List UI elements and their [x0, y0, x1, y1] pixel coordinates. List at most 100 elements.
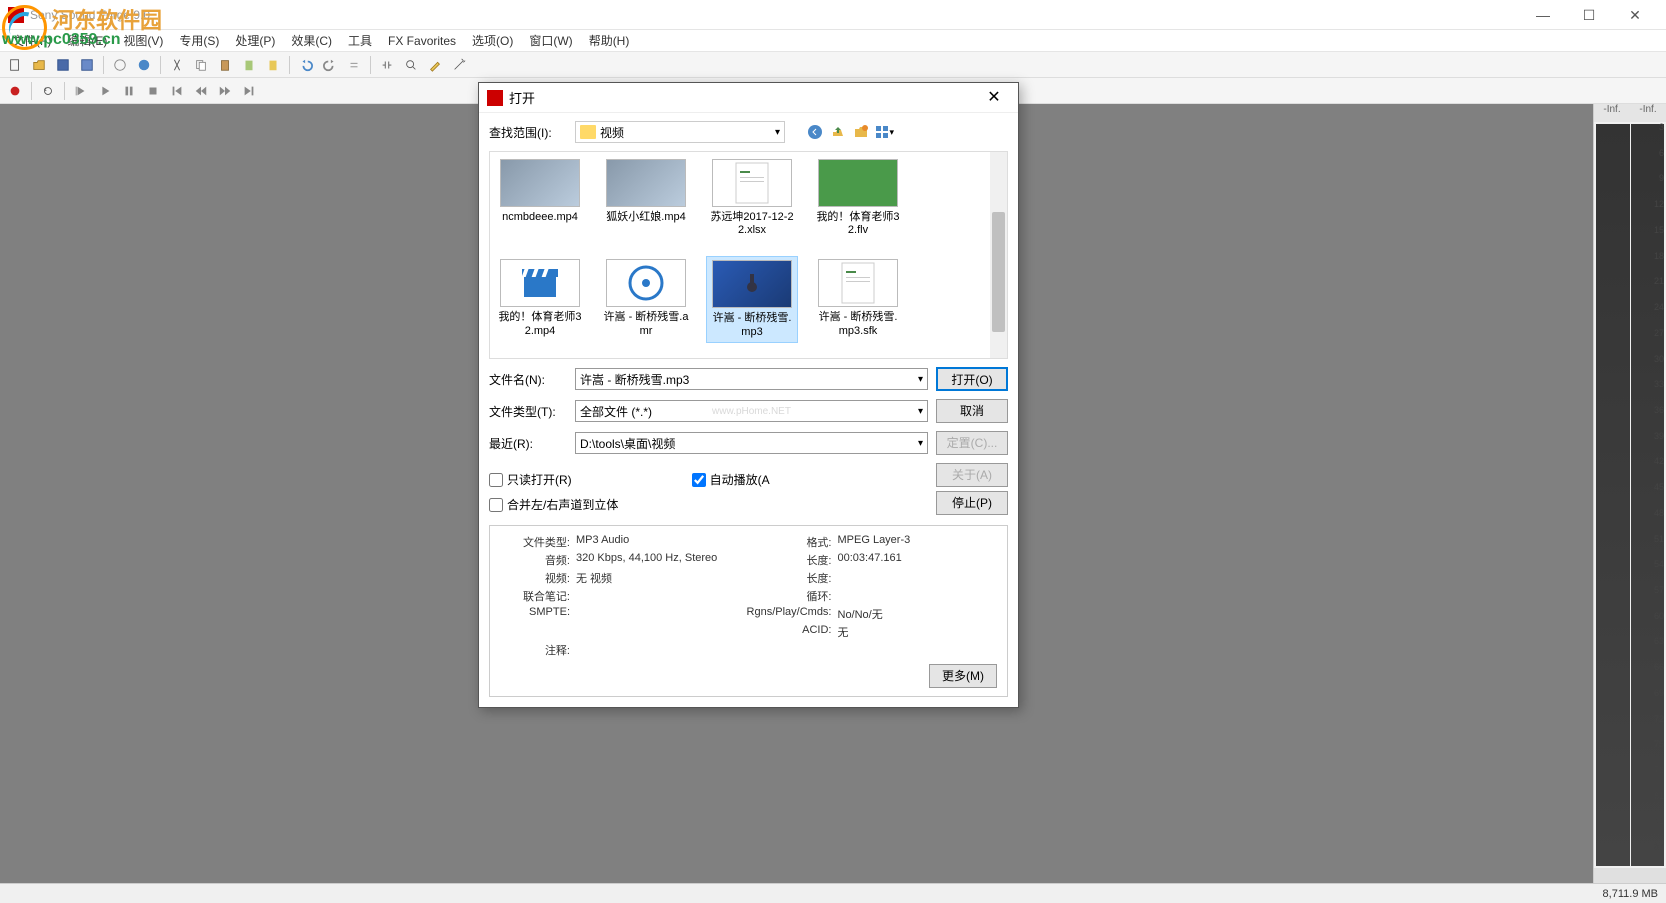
stop-button[interactable] — [142, 80, 164, 102]
dialog-close-button[interactable]: ✕ — [978, 84, 1010, 112]
file-item[interactable]: 狐妖小红娘.mp4 — [600, 156, 692, 240]
meter-tick: 84 — [1654, 817, 1664, 827]
file-item[interactable]: 许嵩 - 断桥残雪.amr — [600, 256, 692, 342]
wand-button[interactable] — [448, 54, 470, 76]
file-item[interactable]: 我的！体育老师32.flv — [812, 156, 904, 240]
meter-scale: 3691215182124273033363942454851545760636… — [1644, 122, 1664, 868]
menu-options[interactable]: 选项(O) — [464, 30, 521, 51]
paste-button[interactable] — [214, 54, 236, 76]
file-thumbnail — [712, 260, 792, 308]
repeat-button[interactable] — [343, 54, 365, 76]
file-thumbnail — [712, 159, 792, 207]
mix-button[interactable] — [238, 54, 260, 76]
file-name-label: 许嵩 - 断桥残雪.mp3.sfk — [815, 311, 901, 337]
merge-checkbox[interactable]: 合并左/右声道到立体 — [489, 496, 618, 513]
meter-tick: 15 — [1654, 225, 1664, 235]
custom-button: 定置(C)... — [936, 431, 1008, 455]
about-button: 关于(A) — [936, 463, 1008, 487]
stop-playback-button[interactable]: 停止(P) — [936, 491, 1008, 515]
readonly-checkbox[interactable]: 只读打开(R) — [489, 471, 572, 488]
pause-button[interactable] — [118, 80, 140, 102]
views-icon[interactable]: ▾ — [874, 122, 894, 142]
close-button[interactable]: ✕ — [1612, 0, 1658, 30]
menu-tools[interactable]: 工具 — [340, 30, 380, 51]
recent-dropdown[interactable]: D:\tools\桌面\视频▾ — [575, 432, 928, 454]
file-list[interactable]: ncmbdeee.mp4狐妖小红娘.mp4苏远坤2017-12-22.xlsx我… — [489, 151, 1008, 359]
menu-window[interactable]: 窗口(W) — [521, 30, 580, 51]
level-meters: -Inf. -Inf. 3691215182124273033363942454… — [1593, 104, 1666, 883]
meter-tick: 21 — [1654, 276, 1664, 286]
meter-tick: 24 — [1654, 302, 1664, 312]
play-button[interactable] — [94, 80, 116, 102]
menubar: 文件(F) 编辑(E) 视图(V) 专用(S) 处理(P) 效果(C) 工具 F… — [0, 30, 1666, 52]
maximize-button[interactable]: ☐ — [1566, 0, 1612, 30]
file-thumbnail — [606, 259, 686, 307]
undo-button[interactable] — [295, 54, 317, 76]
menu-view[interactable]: 视图(V) — [115, 30, 171, 51]
copy-button[interactable] — [190, 54, 212, 76]
meter-right-label: -Inf. — [1630, 104, 1666, 122]
file-item[interactable]: 我的！体育老师32.mp4 — [494, 256, 586, 342]
meter-tick: 33 — [1654, 379, 1664, 389]
open-button[interactable] — [28, 54, 50, 76]
file-name-label: 许嵩 - 断桥残雪.mp3 — [710, 312, 794, 338]
minimize-button[interactable]: — — [1520, 0, 1566, 30]
record-button[interactable] — [4, 80, 26, 102]
lookup-label: 查找范围(I): — [489, 124, 567, 141]
menu-fxfav[interactable]: FX Favorites — [380, 32, 464, 50]
statusbar: 8,711.9 MB — [0, 883, 1666, 903]
menu-edit[interactable]: 编辑(E) — [59, 30, 115, 51]
up-icon[interactable] — [828, 122, 848, 142]
goto-start-button[interactable] — [166, 80, 188, 102]
cut-button[interactable] — [166, 54, 188, 76]
new-button[interactable] — [4, 54, 26, 76]
filename-input[interactable]: 许嵩 - 断桥残雪.mp3▾ — [575, 368, 928, 390]
menu-process[interactable]: 处理(P) — [227, 30, 283, 51]
menu-file[interactable]: 文件(F) — [4, 30, 59, 51]
folder-dropdown[interactable]: 视频 ▾ — [575, 121, 785, 143]
web-button[interactable] — [133, 54, 155, 76]
forward-button[interactable] — [214, 80, 236, 102]
zoom-button[interactable] — [400, 54, 422, 76]
file-item[interactable]: 许嵩 - 断桥残雪.mp3.sfk — [812, 256, 904, 342]
meter-tick: 66 — [1654, 662, 1664, 672]
file-item[interactable]: 苏远坤2017-12-22.xlsx — [706, 156, 798, 240]
menu-special[interactable]: 专用(S) — [171, 30, 227, 51]
meter-tick: 81 — [1654, 791, 1664, 801]
more-button[interactable]: 更多(M) — [929, 664, 997, 688]
meter-tick: 87 — [1654, 842, 1664, 852]
redo-button[interactable] — [319, 54, 341, 76]
menu-help[interactable]: 帮助(H) — [581, 30, 638, 51]
back-icon[interactable] — [805, 122, 825, 142]
goto-end-button[interactable] — [238, 80, 260, 102]
file-name-label: 我的！体育老师32.mp4 — [497, 311, 583, 337]
loop-button[interactable] — [37, 80, 59, 102]
menu-effects[interactable]: 效果(C) — [283, 30, 340, 51]
new-folder-icon[interactable] — [851, 122, 871, 142]
meter-tick: 18 — [1654, 251, 1664, 261]
app-icon — [8, 7, 24, 23]
play-all-button[interactable] — [70, 80, 92, 102]
edit-tool[interactable] — [424, 54, 446, 76]
burn-button[interactable] — [109, 54, 131, 76]
trim-tool[interactable] — [376, 54, 398, 76]
cancel-button[interactable]: 取消 — [936, 399, 1008, 423]
file-name-label: 许嵩 - 断桥残雪.amr — [603, 311, 689, 337]
chevron-down-icon: ▾ — [775, 127, 780, 138]
filename-label: 文件名(N): — [489, 371, 567, 388]
file-item[interactable]: 许嵩 - 断桥残雪.mp3 — [706, 256, 798, 342]
trim-button[interactable] — [262, 54, 284, 76]
meter-tick: 57 — [1654, 585, 1664, 595]
file-list-scrollbar[interactable] — [990, 152, 1007, 358]
meter-scrollbar[interactable] — [1594, 868, 1666, 883]
meter-tick: 75 — [1654, 739, 1664, 749]
autoplay-checkbox[interactable]: 自动播放(A — [692, 471, 770, 488]
file-item[interactable]: ncmbdeee.mp4 — [494, 156, 586, 240]
open-dialog: 打开 ✕ 查找范围(I): 视频 ▾ ▾ ncmbdeee.mp4狐妖小红娘.m… — [478, 82, 1019, 708]
filetype-dropdown[interactable]: 全部文件 (*.*) www.pHome.NET ▾ — [575, 400, 928, 422]
save-button[interactable] — [52, 54, 74, 76]
open-confirm-button[interactable]: 打开(O) — [936, 367, 1008, 391]
meter-left[interactable] — [1596, 124, 1630, 866]
saveas-button[interactable] — [76, 54, 98, 76]
rewind-button[interactable] — [190, 80, 212, 102]
